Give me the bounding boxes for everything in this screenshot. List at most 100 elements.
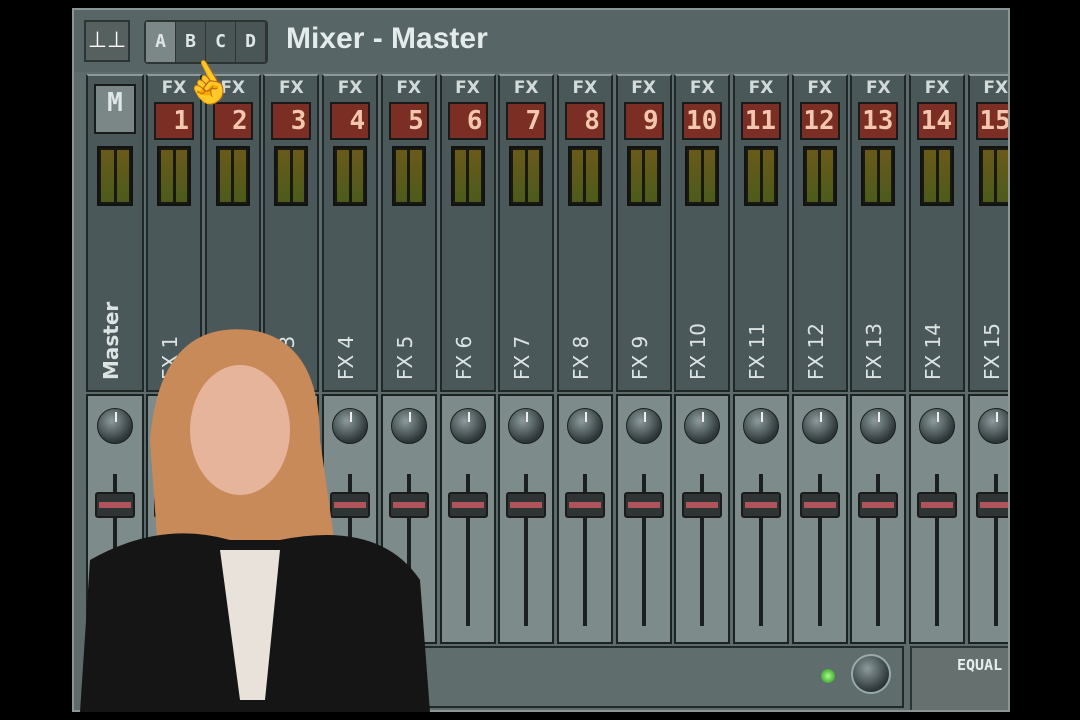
fx-label: FX	[337, 78, 363, 98]
presenter-video-overlay	[80, 329, 430, 712]
level-meter	[685, 146, 720, 206]
fx-controls-10	[674, 394, 731, 644]
strip-name: FX 15	[979, 322, 1004, 380]
led-indicator[interactable]	[821, 669, 835, 683]
pan-knob[interactable]	[801, 408, 838, 444]
level-meter	[861, 146, 896, 206]
fx-strip-8[interactable]: FX 8 FX 8	[556, 74, 613, 392]
insert-number-display[interactable]: 3	[271, 102, 312, 140]
sliders-icon[interactable]: ⊥⊥	[84, 20, 130, 62]
strip-name: FX 11	[745, 322, 769, 380]
eq-label: EQUAL	[957, 656, 1003, 674]
fx-strip-14[interactable]: FX 14 FX 14	[909, 74, 966, 392]
window-title: Mixer - Master	[286, 22, 488, 55]
level-meter	[567, 146, 602, 206]
pan-knob[interactable]	[566, 408, 603, 444]
fx-controls-13	[850, 394, 907, 644]
strip-name: FX 14	[921, 322, 946, 380]
level-meter	[215, 146, 250, 206]
fx-label: FX	[396, 78, 422, 98]
strip-name: FX 12	[803, 322, 828, 380]
insert-number-display[interactable]: 6	[447, 102, 488, 140]
insert-number-display[interactable]: 11	[741, 102, 781, 140]
volume-fader[interactable]	[682, 492, 723, 518]
bottom-panel	[404, 646, 904, 708]
volume-fader[interactable]	[917, 492, 958, 518]
strip-name: FX 8	[568, 335, 593, 380]
level-meter	[97, 146, 133, 206]
level-meter	[626, 146, 661, 206]
fx-strip-11[interactable]: FX 11 FX 11	[733, 74, 789, 392]
volume-fader[interactable]	[975, 492, 1008, 518]
volume-fader[interactable]	[741, 492, 781, 518]
pan-knob[interactable]	[919, 408, 956, 444]
tab-b[interactable]: B	[176, 22, 206, 62]
insert-number-display[interactable]: 9	[623, 102, 664, 140]
master-knob[interactable]	[851, 654, 891, 694]
fx-controls-7	[498, 394, 555, 644]
fx-controls-14	[909, 394, 966, 644]
strip-name: FX 13	[862, 322, 887, 380]
level-meter	[802, 146, 837, 206]
fx-controls-15	[967, 394, 1008, 644]
tab-d[interactable]: D	[236, 22, 266, 62]
pan-knob[interactable]	[684, 408, 721, 444]
pan-knob[interactable]	[625, 408, 662, 444]
insert-number-display[interactable]: 14	[917, 102, 958, 140]
fx-strip-10[interactable]: FX 10 FX 10	[674, 74, 731, 392]
strip-name: FX 7	[510, 335, 535, 380]
insert-number-display[interactable]: 5	[388, 102, 429, 140]
pan-knob[interactable]	[977, 408, 1008, 444]
level-meter	[391, 146, 426, 206]
insert-number-display[interactable]: 8	[564, 102, 605, 140]
fx-label: FX	[455, 78, 480, 98]
fx-controls-9	[615, 394, 672, 644]
fx-label: FX	[689, 78, 715, 98]
fx-strip-13[interactable]: FX 13 FX 13	[850, 74, 907, 392]
level-meter	[920, 146, 955, 206]
insert-number-display[interactable]: 4	[330, 102, 371, 140]
pan-knob[interactable]	[508, 408, 545, 444]
fx-label: FX	[924, 78, 950, 98]
tab-a[interactable]: A	[146, 22, 176, 62]
level-meter	[450, 146, 485, 206]
insert-number-display[interactable]: 1	[154, 102, 194, 140]
volume-fader[interactable]	[623, 492, 664, 518]
pan-knob[interactable]	[449, 408, 486, 444]
strip-name: FX 10	[686, 322, 711, 380]
strip-name: FX 9	[627, 335, 652, 380]
fx-strip-15[interactable]: FX 15 FX 15	[967, 74, 1008, 392]
volume-fader[interactable]	[858, 492, 899, 518]
level-meter	[978, 146, 1008, 206]
level-meter	[744, 146, 778, 206]
fx-label: FX	[807, 78, 833, 98]
insert-number-display[interactable]: 7	[506, 102, 547, 140]
equalizer-panel: EQUAL	[910, 646, 1008, 710]
fx-strip-6[interactable]: FX 6 FX 6	[439, 74, 496, 392]
fx-strip-7[interactable]: FX 7 FX 7	[498, 74, 555, 392]
master-button[interactable]: M	[94, 84, 136, 134]
level-meter	[274, 146, 309, 206]
fx-strip-9[interactable]: FX 9 FX 9	[615, 74, 672, 392]
fx-controls-6	[439, 394, 496, 644]
volume-fader[interactable]	[506, 492, 547, 518]
level-meter	[157, 146, 191, 206]
insert-number-display[interactable]: 13	[858, 102, 899, 140]
fx-label: FX	[513, 78, 539, 98]
pan-knob[interactable]	[743, 408, 779, 444]
volume-fader[interactable]	[447, 492, 488, 518]
strip-name: FX 6	[451, 335, 476, 380]
fx-strip-12[interactable]: FX 12 FX 12	[791, 74, 848, 392]
fx-label: FX	[866, 78, 891, 98]
insert-number-display[interactable]: 10	[682, 102, 723, 140]
pan-knob[interactable]	[860, 408, 897, 444]
insert-number-display[interactable]: 15	[975, 102, 1008, 140]
insert-number-display[interactable]: 12	[799, 102, 840, 140]
volume-fader[interactable]	[564, 492, 605, 518]
level-meter	[509, 146, 544, 206]
fx-label: FX	[572, 78, 598, 98]
fx-controls-11	[733, 394, 789, 644]
fx-label: FX	[748, 78, 774, 98]
volume-fader[interactable]	[799, 492, 840, 518]
insert-number-display[interactable]: 2	[212, 102, 253, 140]
